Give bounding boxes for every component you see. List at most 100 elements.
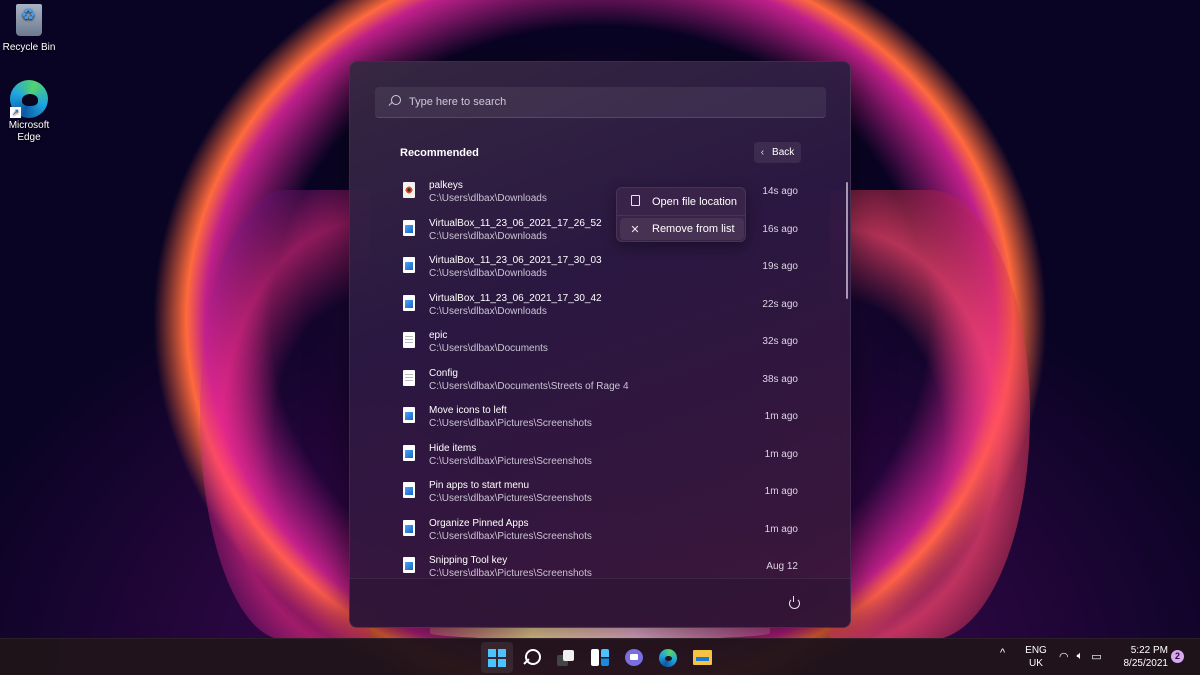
menu-divider — [617, 215, 745, 216]
edge-icon: ↗ — [10, 80, 48, 118]
list-item[interactable]: VirtualBox_11_23_06_2021_17_30_42 C:\Use… — [394, 285, 804, 321]
item-path: C:\Users\dlbax\Documents — [429, 343, 548, 354]
back-button[interactable]: ‹ Back — [754, 142, 801, 163]
close-icon: ✕ — [630, 223, 640, 236]
task-view-button[interactable] — [550, 642, 582, 673]
image-file-icon — [403, 294, 415, 311]
desktop-icon-label: Recycle Bin — [2, 42, 56, 53]
search-icon — [387, 95, 401, 109]
clock-date: 8/25/2021 — [1123, 658, 1169, 669]
list-item[interactable]: VirtualBox_11_23_06_2021_17_30_03 C:\Use… — [394, 247, 804, 283]
chevron-up-icon: ^ — [1000, 647, 1006, 659]
search-placeholder: Type here to search — [409, 96, 507, 108]
item-path: C:\Users\dlbax\Documents\Streets of Rage… — [429, 380, 629, 392]
item-path: C:\Users\dlbax\Pictures\Screenshots — [429, 455, 592, 467]
item-path: C:\Users\dlbax\Downloads — [429, 193, 547, 204]
recommended-heading: Recommended — [400, 147, 479, 159]
item-time: 22s ago — [762, 298, 798, 310]
item-time: 14s ago — [762, 186, 798, 197]
notification-badge[interactable]: 2 — [1171, 650, 1184, 663]
app-file-icon — [403, 182, 415, 198]
item-time: 32s ago — [762, 336, 798, 347]
wifi-icon: ◠ — [1059, 651, 1069, 663]
item-time: 16s ago — [762, 223, 798, 235]
clock[interactable]: 5:22 PM 8/25/2021 — [1116, 644, 1169, 670]
list-item[interactable]: Move icons to left C:\Users\dlbax\Pictur… — [394, 397, 804, 433]
start-menu: Type here to search Recommended ‹ Back p… — [349, 61, 851, 628]
chat-icon — [625, 649, 643, 666]
item-path: C:\Users\dlbax\Pictures\Screenshots — [429, 493, 592, 504]
item-path: C:\Users\dlbax\Pictures\Screenshots — [429, 530, 592, 542]
image-file-icon — [403, 444, 415, 461]
image-file-icon — [403, 482, 415, 498]
item-name: palkeys — [429, 180, 463, 191]
item-name: Move icons to left — [429, 405, 507, 416]
image-file-icon — [403, 407, 415, 423]
task-view-icon — [557, 649, 575, 667]
image-file-icon — [403, 257, 415, 273]
item-path: C:\Users\dlbax\Downloads — [429, 268, 547, 279]
menu-item-label: Open file location — [652, 196, 737, 208]
taskbar — [0, 638, 1200, 675]
start-icon — [488, 648, 506, 667]
item-time: Aug 12 — [766, 561, 798, 572]
item-time: 1m ago — [764, 411, 798, 422]
list-item[interactable]: epic C:\Users\dlbax\Documents 32s ago — [394, 322, 804, 358]
wallpaper-glow-right — [830, 190, 1030, 640]
wallpaper-glow-left — [200, 190, 370, 640]
text-file-icon — [403, 369, 415, 386]
widgets-button[interactable] — [584, 642, 616, 673]
menu-item-label: Remove from list — [652, 223, 735, 235]
language-code: ENG — [1025, 645, 1047, 656]
search-input[interactable]: Type here to search — [375, 87, 826, 118]
list-item[interactable]: Hide items C:\Users\dlbax\Pictures\Scree… — [394, 435, 804, 471]
shortcut-arrow-icon: ↗ — [10, 107, 21, 118]
item-time: 19s ago — [762, 261, 798, 272]
chat-button[interactable] — [618, 642, 650, 673]
item-name: VirtualBox_11_23_06_2021_17_30_42 — [429, 292, 602, 304]
back-label: Back — [772, 147, 795, 158]
show-hidden-icons-button[interactable]: ^ — [1000, 647, 1005, 659]
item-path: C:\Users\dlbax\Pictures\Screenshots — [429, 418, 592, 429]
clock-time: 5:22 PM — [1130, 645, 1168, 656]
volume-icon: 🔈︎ — [1076, 650, 1084, 662]
taskbar-search-button[interactable] — [516, 642, 548, 673]
image-file-icon — [403, 557, 415, 573]
list-item[interactable]: Config C:\Users\dlbax\Documents\Streets … — [394, 360, 804, 396]
item-name: VirtualBox_11_23_06_2021_17_26_52 — [429, 217, 602, 229]
chevron-left-icon: ‹ — [760, 147, 765, 158]
image-file-icon — [403, 219, 415, 236]
context-menu: Open file location ✕ Remove from list — [616, 187, 746, 242]
system-tray-icons[interactable]: ◠ 🔈︎ ▭ — [1059, 650, 1102, 663]
open-folder-icon — [628, 195, 642, 209]
item-time: 38s ago — [762, 373, 798, 385]
item-name: epic — [429, 330, 448, 341]
menu-item-remove-from-list[interactable]: ✕ Remove from list — [620, 218, 744, 240]
file-explorer-button[interactable] — [686, 642, 718, 673]
list-item[interactable]: Pin apps to start menu C:\Users\dlbax\Pi… — [394, 472, 804, 508]
battery-icon: ▭ — [1091, 651, 1102, 663]
list-item[interactable]: Organize Pinned Apps C:\Users\dlbax\Pict… — [394, 510, 804, 546]
desktop-icon-label: Microsoft Edge — [8, 120, 50, 143]
start-menu-footer — [350, 578, 850, 627]
menu-item-open-file-location[interactable]: Open file location — [620, 191, 744, 213]
language-indicator[interactable]: ENG UK — [1022, 644, 1050, 670]
item-path: C:\Users\dlbax\Downloads — [429, 305, 547, 317]
item-name: Config — [429, 367, 458, 379]
power-icon — [788, 595, 800, 609]
item-name: Pin apps to start menu — [429, 480, 530, 491]
item-time: 1m ago — [764, 448, 798, 460]
desktop-icon-microsoft-edge[interactable]: ↗ Microsoft Edge — [0, 80, 58, 144]
edge-icon — [659, 648, 677, 667]
language-region: UK — [1029, 658, 1043, 669]
start-button[interactable] — [481, 642, 513, 673]
list-scrollbar[interactable] — [846, 182, 848, 299]
search-icon — [523, 648, 541, 667]
widgets-icon — [591, 649, 609, 666]
edge-taskbar-button[interactable] — [652, 642, 684, 673]
item-time: 1m ago — [764, 486, 798, 497]
image-file-icon — [403, 519, 415, 536]
power-button[interactable] — [784, 593, 804, 613]
item-name: Hide items — [429, 442, 477, 454]
desktop-icon-recycle-bin[interactable]: Recycle Bin — [0, 4, 58, 54]
